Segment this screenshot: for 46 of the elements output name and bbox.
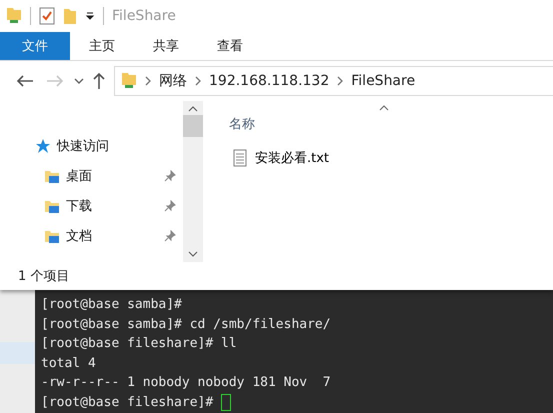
terminal-line: -rw-r--r-- 1 nobody nobody 181 Nov 7 bbox=[41, 374, 331, 392]
terminal-line: [root@base fileshare]# ll bbox=[41, 335, 237, 353]
terminal-line: [root@base samba]# cd /smb/fileshare/ bbox=[41, 316, 331, 334]
terminal-line: total 4 bbox=[41, 354, 96, 372]
right-arrow-icon bbox=[46, 74, 64, 88]
ribbon-tab[interactable]: 查看 bbox=[198, 32, 262, 60]
nav-item[interactable]: 桌面 bbox=[66, 167, 92, 185]
window-title: FileShare bbox=[112, 8, 176, 24]
chevron-right-icon[interactable] bbox=[337, 76, 344, 86]
status-text: 1 个项目 bbox=[17, 268, 70, 286]
scroll-down-icon[interactable] bbox=[188, 250, 198, 258]
text-file-icon bbox=[233, 149, 247, 167]
ribbon-tab[interactable]: 主页 bbox=[70, 32, 134, 60]
nav-item[interactable]: 快速访问 bbox=[57, 137, 109, 155]
terminal-line: [root@base fileshare]# bbox=[41, 394, 214, 412]
network-folder-icon bbox=[121, 71, 137, 91]
network-folder-icon[interactable] bbox=[6, 6, 22, 26]
pin-icon[interactable] bbox=[164, 200, 176, 212]
file-item[interactable]: 安装必看.txt bbox=[229, 147, 334, 169]
breadcrumb[interactable]: FileShare bbox=[351, 73, 416, 89]
dropdown-icon[interactable] bbox=[85, 11, 95, 21]
column-header[interactable]: 名称 bbox=[229, 115, 255, 133]
folder-icon bbox=[44, 168, 60, 184]
chevron-right-icon[interactable] bbox=[195, 76, 201, 86]
properties-icon[interactable] bbox=[39, 7, 55, 25]
chevron-right-icon[interactable] bbox=[145, 76, 151, 86]
up-arrow-icon[interactable] bbox=[92, 72, 106, 90]
pin-icon[interactable] bbox=[164, 170, 176, 182]
chevron-down-icon[interactable] bbox=[74, 77, 84, 85]
cursor-icon bbox=[221, 394, 232, 411]
pin-icon[interactable] bbox=[164, 230, 176, 242]
breadcrumb[interactable]: 网络 bbox=[159, 72, 187, 90]
nav-item[interactable]: 文档 bbox=[66, 227, 92, 245]
ribbon-tab[interactable]: 共享 bbox=[134, 32, 198, 60]
nav-item[interactable]: 下载 bbox=[66, 197, 92, 215]
left-arrow-icon bbox=[16, 74, 34, 88]
folder-icon bbox=[44, 228, 60, 244]
terminal-line: [root@base samba]# bbox=[41, 296, 182, 314]
breadcrumb[interactable]: 192.168.118.132 bbox=[209, 73, 330, 89]
file-menu-button[interactable]: 文件 bbox=[0, 32, 70, 60]
scrollbar-thumb[interactable] bbox=[183, 115, 203, 137]
folder-icon bbox=[44, 198, 60, 214]
address-bar[interactable]: 网络 192.168.118.132 FileShare bbox=[114, 66, 553, 96]
scrollbar[interactable] bbox=[183, 101, 203, 262]
sort-ascending-icon bbox=[379, 105, 389, 111]
scroll-up-icon[interactable] bbox=[188, 105, 198, 113]
